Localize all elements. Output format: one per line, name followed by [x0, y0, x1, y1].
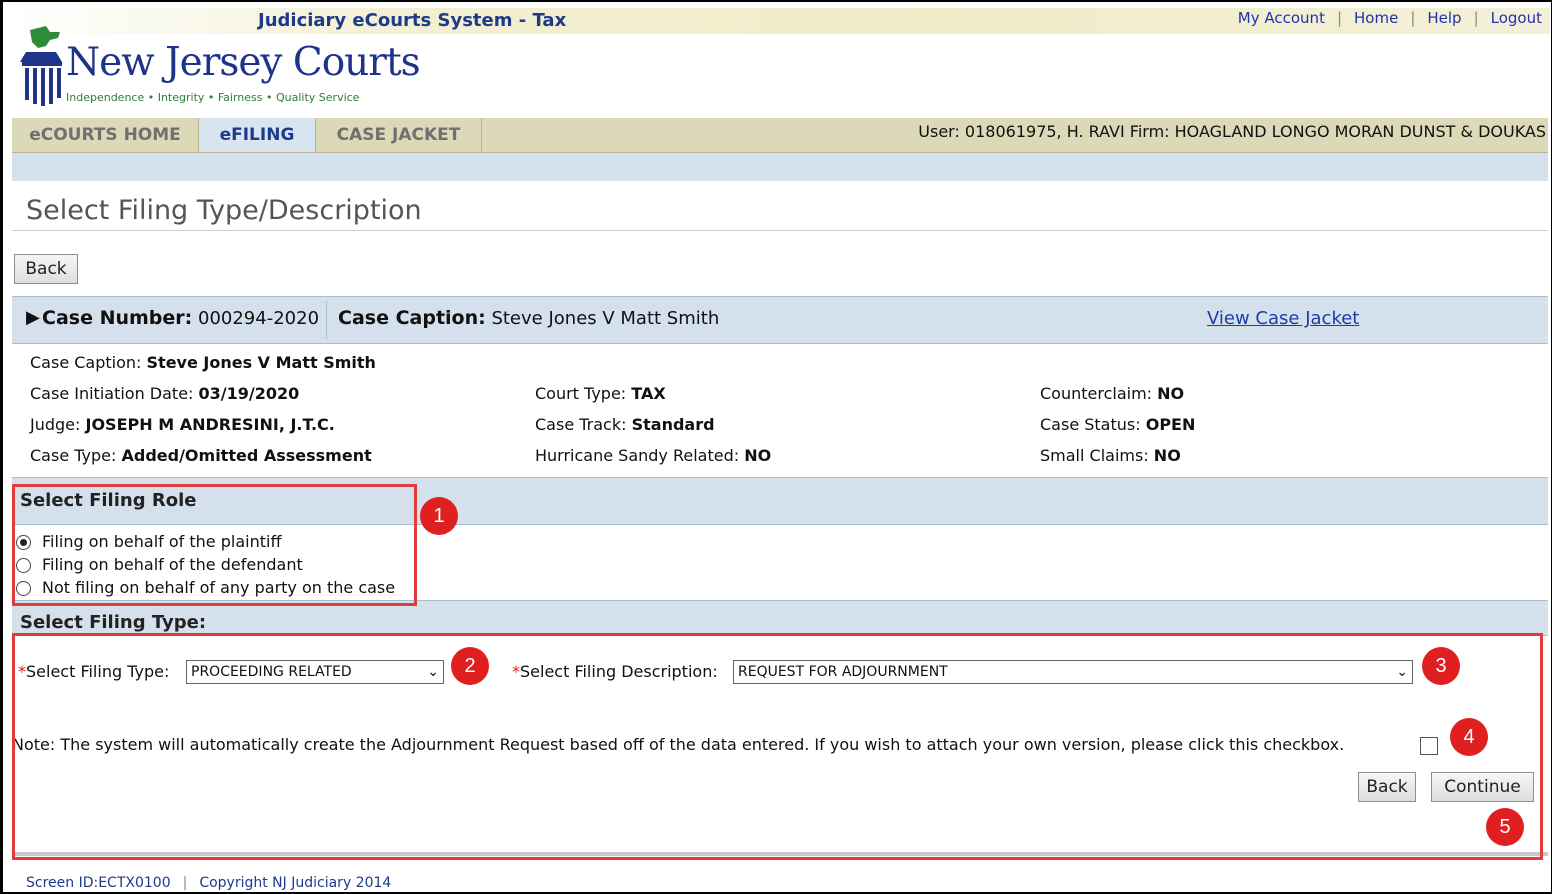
- detail-case-type: Case Type: Added/Omitted Assessment: [30, 446, 372, 465]
- detail-value: JOSEPH M ANDRESINI, J.T.C.: [85, 415, 335, 434]
- view-case-jacket-link[interactable]: View Case Jacket: [1207, 308, 1359, 329]
- detail-value: Added/Omitted Assessment: [121, 446, 372, 465]
- sub-band: [12, 153, 1548, 181]
- detail-label: Hurricane Sandy Related:: [535, 446, 740, 465]
- detail-value: NO: [1157, 384, 1185, 403]
- copyright: Copyright NJ Judiciary 2014: [199, 875, 392, 891]
- case-number-label: Case Number:: [42, 307, 193, 329]
- my-account-link[interactable]: My Account: [1238, 9, 1325, 27]
- callout-4: 4: [1450, 718, 1488, 756]
- back-button-top[interactable]: Back: [14, 254, 78, 284]
- tab-efiling[interactable]: eFILING: [199, 118, 316, 152]
- logout-link[interactable]: Logout: [1491, 9, 1542, 27]
- tab-ecourts-home[interactable]: eCOURTS HOME: [12, 118, 199, 152]
- case-number-value: 000294-2020: [198, 308, 320, 329]
- case-caption-value: Steve Jones V Matt Smith: [491, 308, 720, 329]
- detail-value: TAX: [631, 384, 666, 403]
- detail-value: NO: [1153, 446, 1181, 465]
- system-title: Judiciary eCourts System - Tax: [258, 10, 567, 31]
- case-number-block: Case Number: 000294-2020: [42, 307, 319, 329]
- detail-value: 03/19/2020: [198, 384, 300, 403]
- callout-2: 2: [451, 647, 489, 685]
- detail-court-type: Court Type: TAX: [535, 384, 666, 403]
- expand-arrow-icon[interactable]: ▶: [26, 307, 40, 328]
- callout-3: 3: [1422, 647, 1460, 685]
- detail-label: Counterclaim:: [1040, 384, 1153, 403]
- detail-value: Standard: [631, 415, 715, 434]
- case-caption-label: Case Caption:: [338, 307, 486, 329]
- detail-small-claims: Small Claims: NO: [1040, 446, 1181, 465]
- detail-case-track: Case Track: Standard: [535, 415, 715, 434]
- detail-judge: Judge: JOSEPH M ANDRESINI, J.T.C.: [30, 415, 335, 434]
- detail-case-status: Case Status: OPEN: [1040, 415, 1195, 434]
- home-link[interactable]: Home: [1354, 9, 1398, 27]
- brand-tagline: Independence • Integrity • Fairness • Qu…: [66, 91, 360, 104]
- callout-5: 5: [1486, 808, 1524, 846]
- detail-label: Case Track:: [535, 415, 627, 434]
- annotation-box-filing-type: [12, 633, 1543, 860]
- screen-id: Screen ID:ECTX0100: [26, 875, 171, 891]
- detail-hurricane-sandy: Hurricane Sandy Related: NO: [535, 446, 771, 465]
- detail-value: OPEN: [1145, 415, 1196, 434]
- top-links: My Account | Home | Help | Logout: [1237, 9, 1542, 27]
- detail-label: Case Status:: [1040, 415, 1141, 434]
- detail-initiation-date: Case Initiation Date: 03/19/2020: [30, 384, 299, 403]
- page-title: Select Filing Type/Description: [26, 195, 422, 226]
- footer: Screen ID:ECTX0100 | Copyright NJ Judiciar…: [26, 875, 392, 891]
- case-caption-block: Case Caption: Steve Jones V Matt Smith: [338, 307, 719, 329]
- detail-label: Court Type:: [535, 384, 627, 403]
- detail-label: Case Caption:: [30, 353, 142, 372]
- detail-value: NO: [744, 446, 772, 465]
- detail-label: Case Initiation Date:: [30, 384, 194, 403]
- user-info: User: 018061975, H. RAVI Firm: HOAGLAND …: [918, 122, 1546, 141]
- detail-value: Steve Jones V Matt Smith: [146, 353, 376, 372]
- help-link[interactable]: Help: [1427, 9, 1461, 27]
- detail-case-caption: Case Caption: Steve Jones V Matt Smith: [30, 353, 376, 372]
- annotation-box-filing-role: [12, 484, 417, 606]
- callout-1: 1: [420, 497, 458, 535]
- detail-label: Case Type:: [30, 446, 117, 465]
- detail-label: Small Claims:: [1040, 446, 1149, 465]
- detail-label: Judge:: [30, 415, 81, 434]
- brand-name: New Jersey Courts: [66, 40, 421, 85]
- detail-counterclaim: Counterclaim: NO: [1040, 384, 1184, 403]
- filing-type-title: Select Filing Type:: [20, 612, 207, 633]
- title-divider: [12, 230, 1548, 231]
- case-bar-separator: [326, 301, 327, 339]
- nj-courts-logo-icon: [20, 26, 62, 106]
- tab-case-jacket[interactable]: CASE JACKET: [316, 118, 482, 152]
